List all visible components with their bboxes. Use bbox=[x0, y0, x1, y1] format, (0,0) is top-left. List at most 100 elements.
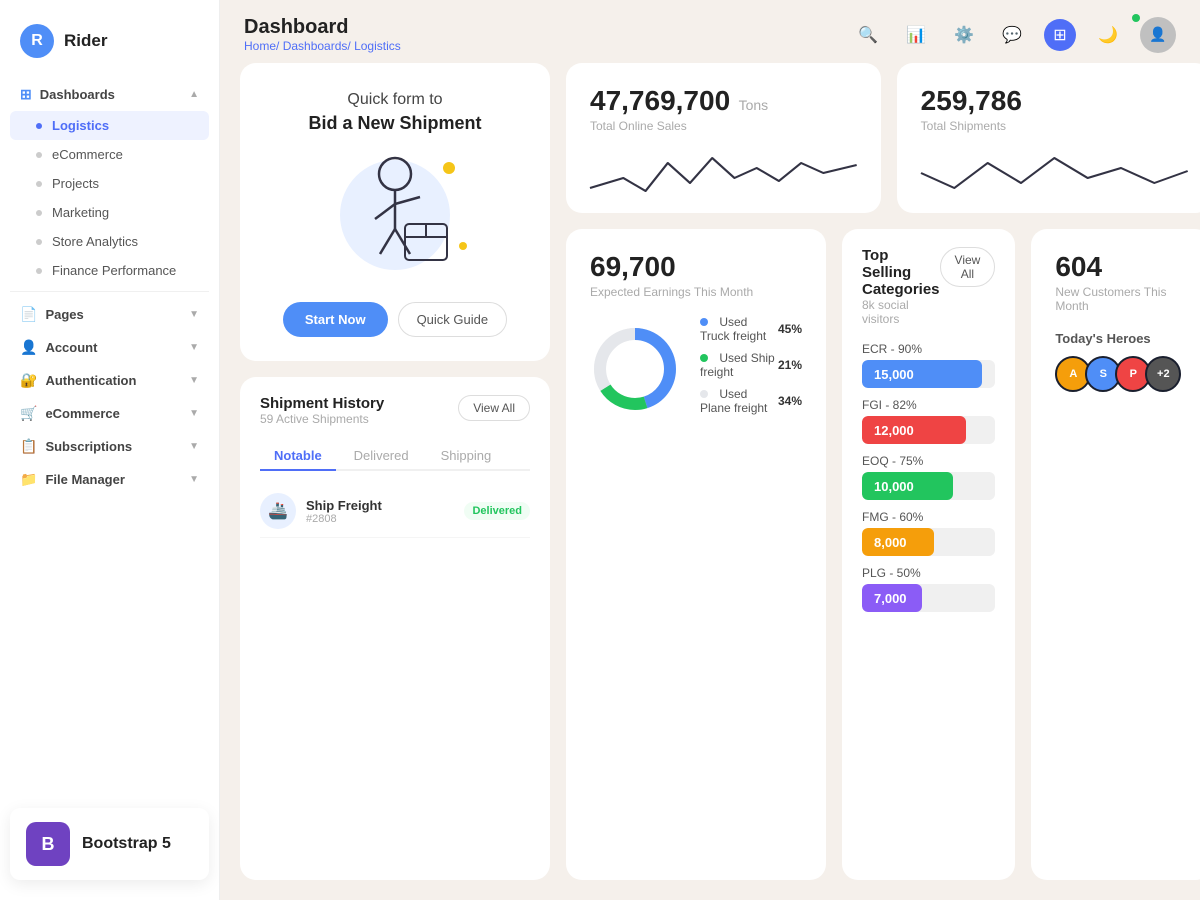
ship-label: Used Ship freight bbox=[700, 351, 775, 379]
shipments-chart bbox=[921, 143, 1188, 203]
shipment-tabs: Notable Delivered Shipping bbox=[260, 442, 530, 471]
sidebar-item-label: Store Analytics bbox=[52, 234, 138, 249]
total-shipments-card: 259,786 Total Shipments bbox=[897, 63, 1200, 213]
sidebar-item-label: Projects bbox=[52, 176, 99, 191]
main-area: Dashboard Home/ Dashboards/ Logistics 🔍 … bbox=[220, 0, 1200, 900]
messages-icon[interactable]: 💬 bbox=[996, 19, 1028, 51]
pages-item[interactable]: 📄 Pages ▼ bbox=[10, 298, 209, 331]
truck-dot bbox=[700, 318, 708, 326]
customers-label: New Customers This Month bbox=[1055, 285, 1187, 313]
ship-pct: 21% bbox=[778, 358, 802, 372]
stat-number-row: 47,769,700 Tons bbox=[590, 85, 857, 117]
promo-illustration bbox=[315, 150, 475, 280]
earnings-label: Expected Earnings This Month bbox=[590, 285, 802, 299]
online-indicator bbox=[1132, 14, 1140, 22]
category-bar-bg: 10,000 bbox=[862, 472, 995, 500]
start-now-button[interactable]: Start Now bbox=[283, 302, 388, 337]
sidebar-item-finance[interactable]: Finance Performance bbox=[10, 256, 209, 285]
auth-item[interactable]: 🔐 Authentication ▼ bbox=[10, 364, 209, 397]
categories-view-all[interactable]: View All bbox=[940, 247, 996, 287]
settings-icon[interactable]: ⚙️ bbox=[948, 19, 980, 51]
logo-icon: R bbox=[20, 24, 54, 58]
sales-chart bbox=[590, 143, 857, 203]
shipment-name: Ship Freight bbox=[306, 498, 454, 513]
logo[interactable]: R Rider bbox=[0, 16, 219, 78]
breadcrumb-current: Logistics bbox=[354, 39, 401, 53]
categories-header: Top Selling Categories 8k social visitor… bbox=[862, 247, 995, 338]
sidebar: R Rider ⊞ Dashboards ▲ Logistics eCommer… bbox=[0, 0, 220, 900]
auth-chevron: ▼ bbox=[189, 375, 199, 386]
file-manager-item[interactable]: 📁 File Manager ▼ bbox=[10, 463, 209, 496]
plane-pct: 34% bbox=[778, 394, 802, 408]
chart-icon[interactable]: 📊 bbox=[900, 19, 932, 51]
quick-guide-button[interactable]: Quick Guide bbox=[398, 302, 508, 337]
freight-legend: Used Truck freight 45% Used Ship freight… bbox=[700, 315, 802, 423]
hero-avatar: +2 bbox=[1145, 356, 1181, 392]
category-label: EOQ - 75% bbox=[862, 454, 995, 468]
categories-subtitle: 8k social visitors bbox=[862, 298, 940, 326]
breadcrumb-home: Home/ bbox=[244, 39, 283, 53]
category-value: 10,000 bbox=[874, 479, 914, 494]
promo-figure bbox=[330, 149, 460, 282]
account-label: Account bbox=[45, 340, 97, 355]
categories-card: Top Selling Categories 8k social visitor… bbox=[842, 229, 1015, 880]
header-left: Dashboard Home/ Dashboards/ Logistics bbox=[244, 16, 401, 53]
dot-icon bbox=[36, 239, 42, 245]
total-shipments-number: 259,786 bbox=[921, 85, 1022, 116]
pages-chevron: ▼ bbox=[189, 309, 199, 320]
category-value: 15,000 bbox=[874, 367, 914, 382]
earnings-number: 69,700 bbox=[590, 251, 802, 283]
promo-buttons: Start Now Quick Guide bbox=[283, 302, 507, 337]
subscriptions-item[interactable]: 📋 Subscriptions ▼ bbox=[10, 430, 209, 463]
sidebar-item-projects[interactable]: Projects bbox=[10, 169, 209, 198]
heroes-section: Today's Heroes ASP+2 bbox=[1055, 331, 1187, 392]
breadcrumb: Home/ Dashboards/ Logistics bbox=[244, 39, 401, 53]
dot-icon bbox=[36, 181, 42, 187]
promo-subtitle: Bid a New Shipment bbox=[308, 113, 481, 134]
customers-number: 604 bbox=[1055, 251, 1102, 282]
categories-title-group: Top Selling Categories 8k social visitor… bbox=[862, 247, 940, 338]
sidebar-item-ecommerce[interactable]: eCommerce bbox=[10, 140, 209, 169]
dark-mode-icon[interactable]: 🌙 bbox=[1092, 19, 1124, 51]
tab-delivered[interactable]: Delivered bbox=[340, 442, 423, 471]
category-label: FGI - 82% bbox=[862, 398, 995, 412]
shipment-title-group: Shipment History 59 Active Shipments bbox=[260, 395, 384, 438]
header: Dashboard Home/ Dashboards/ Logistics 🔍 … bbox=[220, 0, 1200, 63]
sidebar-item-logistics[interactable]: Logistics bbox=[10, 111, 209, 140]
ecommerce-chevron: ▼ bbox=[189, 408, 199, 419]
sidebar-item-store-analytics[interactable]: Store Analytics bbox=[10, 227, 209, 256]
category-label: PLG - 50% bbox=[862, 566, 995, 580]
list-item: FGI - 82% 12,000 bbox=[862, 398, 995, 444]
avatar[interactable]: 👤 bbox=[1140, 17, 1176, 53]
ecommerce-nav-item[interactable]: 🛒 eCommerce ▼ bbox=[10, 397, 209, 430]
tab-notable[interactable]: Notable bbox=[260, 442, 336, 471]
total-shipments-label: Total Shipments bbox=[921, 119, 1188, 133]
grid-icon[interactable]: ⊞ bbox=[1044, 19, 1076, 51]
category-bar: 15,000 bbox=[862, 360, 982, 388]
list-item: FMG - 60% 8,000 bbox=[862, 510, 995, 556]
sidebar-item-marketing[interactable]: Marketing bbox=[10, 198, 209, 227]
search-icon[interactable]: 🔍 bbox=[852, 19, 884, 51]
ship-dot bbox=[700, 354, 708, 362]
account-item[interactable]: 👤 Account ▼ bbox=[10, 331, 209, 364]
sidebar-item-label: Marketing bbox=[52, 205, 109, 220]
file-manager-chevron: ▼ bbox=[189, 474, 199, 485]
promo-card: Quick form to Bid a New Shipment bbox=[240, 63, 550, 361]
stats-row: 47,769,700 Tons Total Online Sales 259,7… bbox=[566, 63, 1200, 213]
account-chevron: ▼ bbox=[189, 342, 199, 353]
shipment-icon: 🚢 bbox=[260, 493, 296, 529]
total-sales-unit: Tons bbox=[739, 97, 769, 113]
dashboards-group[interactable]: ⊞ Dashboards ▲ bbox=[10, 78, 209, 111]
legend-truck: Used Truck freight 45% bbox=[700, 315, 802, 343]
shipment-view-all[interactable]: View All bbox=[458, 395, 530, 421]
plane-dot bbox=[700, 390, 708, 398]
category-bar-bg: 8,000 bbox=[862, 528, 995, 556]
list-item: EOQ - 75% 10,000 bbox=[862, 454, 995, 500]
tab-shipping[interactable]: Shipping bbox=[427, 442, 506, 471]
heroes-avatars: ASP+2 bbox=[1055, 356, 1187, 392]
left-panel: Quick form to Bid a New Shipment bbox=[240, 63, 550, 880]
legend-ship: Used Ship freight 21% bbox=[700, 351, 802, 379]
shipment-info: Ship Freight #2808 bbox=[306, 498, 454, 525]
status-badge: Delivered bbox=[464, 502, 530, 520]
total-sales-label: Total Online Sales bbox=[590, 119, 857, 133]
